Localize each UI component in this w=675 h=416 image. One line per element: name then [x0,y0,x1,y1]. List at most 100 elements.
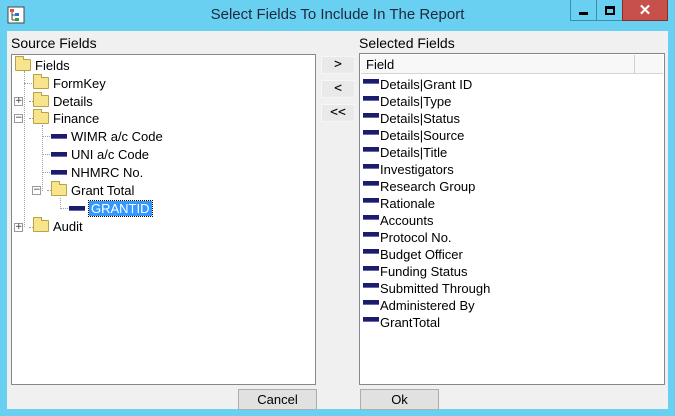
tree-item-label: NHMRC No. [71,164,144,180]
tree-item-fields[interactable]: Fields [15,56,70,74]
field-icon [363,232,379,237]
tree-item-formkey[interactable]: FormKey [33,74,106,92]
list-item[interactable]: GrantTotal [363,314,440,331]
minimize-button[interactable] [570,0,597,21]
list-item-label: Details|Type [380,94,452,109]
list-item-label: Budget Officer [380,247,463,262]
list-item-label: Research Group [380,179,476,194]
list-item-label: GrantTotal [380,315,440,330]
column-header-field[interactable]: Field [361,55,635,74]
tree-item-label: Fields [35,57,70,73]
minimize-icon [579,12,588,15]
tree-item-audit[interactable]: Audit [33,217,83,235]
list-item-label: Submitted Through [380,281,491,296]
field-icon [363,96,379,101]
tree-item-label: UNI a/c Code [71,146,150,162]
field-icon [363,317,379,322]
tree-connector [42,125,43,191]
tree-item-label: FormKey [53,75,106,91]
close-icon: ✕ [638,1,652,19]
list-item-label: Funding Status [380,264,468,279]
column-header-filler [635,55,663,74]
add-field-button[interactable]: > [321,56,355,74]
field-icon [363,147,379,152]
folder-icon [33,217,49,232]
tree-item-finance[interactable]: Finance [33,109,99,127]
tree-item-label: Finance [53,110,100,126]
field-icon [363,113,379,118]
folder-icon [33,109,49,124]
list-item[interactable]: Details|Status [363,110,460,127]
list-item-label: Administered By [380,298,475,313]
list-item-label: Investigators [380,162,454,177]
selected-fields-label: Selected Fields [359,35,455,51]
folder-icon [51,181,67,196]
list-item-label: Protocol No. [380,230,452,245]
dialog-window: Select Fields To Include In The Report ✕… [0,0,675,416]
list-item[interactable]: Investigators [363,161,454,178]
tree-item-nhmrc-no[interactable]: NHMRC No. [51,163,143,181]
list-item-label: Details|Status [380,111,460,126]
folder-icon [33,74,49,89]
list-item[interactable]: Details|Title [363,144,447,161]
list-item[interactable]: Accounts [363,212,433,229]
dialog-body: Source Fields + − − + Fields FormKey Det… [7,31,668,410]
source-fields-tree[interactable]: + − − + Fields FormKey Details Finance W… [11,54,316,385]
list-item[interactable]: Details|Type [363,93,451,110]
tree-item-label: Grant Total [71,182,135,198]
tree-item-label: Audit [53,218,83,234]
tree-connector [24,83,32,84]
list-item[interactable]: Rationale [363,195,435,212]
folder-icon [15,56,31,71]
list-item[interactable]: Research Group [363,178,475,195]
tree-item-uni-ac-code[interactable]: UNI a/c Code [51,145,149,163]
list-item-label: Details|Source [380,128,465,143]
folder-icon [33,92,49,107]
field-icon [363,283,379,288]
field-icon [363,215,379,220]
list-item-label: Rationale [380,196,435,211]
collapse-grant-total-button[interactable]: − [32,186,41,195]
field-icon [51,169,67,175]
list-item-label: Details|Title [380,145,448,160]
tree-item-label: WIMR a/c Code [71,128,163,144]
tree-item-label: GRANTID [88,199,153,217]
field-icon [51,151,67,157]
field-icon [69,205,85,211]
list-item-label: Details|Grant ID [380,77,473,92]
maximize-icon [604,5,615,15]
field-icon [363,181,379,186]
remove-all-fields-button[interactable]: << [321,104,355,122]
list-item[interactable]: Details|Source [363,127,464,144]
list-item[interactable]: Administered By [363,297,475,314]
collapse-finance-button[interactable]: − [14,114,23,123]
title-bar[interactable]: Select Fields To Include In The Report ✕ [0,0,675,31]
list-item[interactable]: Details|Grant ID [363,76,472,93]
field-icon [363,198,379,203]
list-item[interactable]: Funding Status [363,263,467,280]
selected-fields-list[interactable]: Field Details|Grant ID Details|Type Deta… [359,53,665,385]
field-icon [363,266,379,271]
maximize-button[interactable] [596,0,623,21]
tree-item-grantid[interactable]: GRANTID [69,199,153,217]
source-fields-label: Source Fields [11,35,97,51]
field-icon [363,300,379,305]
remove-field-button[interactable]: < [321,80,355,98]
tree-item-wimr-ac-code[interactable]: WIMR a/c Code [51,127,163,145]
ok-button[interactable]: Ok [360,389,439,410]
field-icon [363,249,379,254]
close-button[interactable]: ✕ [622,0,668,21]
expand-audit-button[interactable]: + [14,223,23,232]
cancel-button[interactable]: Cancel [238,389,317,410]
field-icon [363,164,379,169]
list-item-label: Accounts [380,213,434,228]
expand-details-button[interactable]: + [14,97,23,106]
field-icon [363,130,379,135]
list-item[interactable]: Protocol No. [363,229,452,246]
list-item[interactable]: Submitted Through [363,280,490,297]
list-item[interactable]: Budget Officer [363,246,463,263]
tree-item-grant-total[interactable]: Grant Total [51,181,134,199]
field-icon [51,133,67,139]
tree-item-details[interactable]: Details [33,92,93,110]
tree-connector [24,71,25,227]
